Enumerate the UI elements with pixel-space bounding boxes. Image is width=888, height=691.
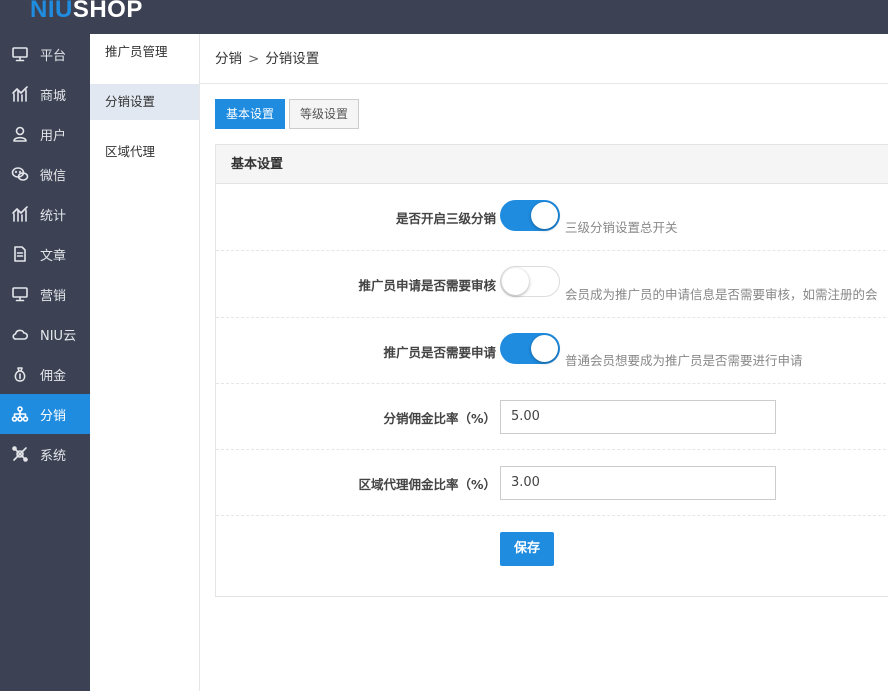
sidebar-item-distribution[interactable]: 分销 xyxy=(0,394,90,434)
sidebar-item-platform[interactable]: 平台 xyxy=(0,34,90,74)
setting-hint: 普通会员想要成为推广员是否需要进行申请 xyxy=(565,353,803,368)
sub-sidebar: 推广员管理 分销设置 区域代理 xyxy=(90,34,200,691)
sidebar-item-system[interactable]: 系统 xyxy=(0,434,90,474)
sidebar-item-wechat[interactable]: 微信 xyxy=(0,154,90,194)
stats-icon xyxy=(11,205,29,223)
sidebar-item-stats[interactable]: 统计 xyxy=(0,194,90,234)
distribution-icon xyxy=(11,405,29,423)
main-sidebar: 平台 商城 用户 微信 统计 文章 营销 NIU云 佣金 分销 系统 xyxy=(0,34,90,691)
setting-row-promoter-apply: 推广员是否需要申请 普通会员想要成为推广员是否需要进行申请 xyxy=(216,318,888,384)
sidebar-item-article[interactable]: 文章 xyxy=(0,234,90,274)
toggle-knob xyxy=(531,335,558,362)
setting-hint: 会员成为推广员的申请信息是否需要审核，如需注册的会 xyxy=(565,287,878,302)
promoter-review-toggle[interactable] xyxy=(500,266,560,297)
user-icon xyxy=(11,125,29,143)
save-button[interactable]: 保存 xyxy=(500,532,555,566)
subnav-item-promoter-management[interactable]: 推广员管理 xyxy=(90,34,199,70)
document-icon xyxy=(11,245,29,263)
regional-rate-input[interactable]: 3.00 xyxy=(500,466,776,500)
chart-icon xyxy=(11,85,29,103)
settings-tabs: 基本设置 等级设置 xyxy=(215,99,363,129)
setting-row-promoter-review: 推广员申请是否需要审核 会员成为推广员的申请信息是否需要审核，如需注册的会 xyxy=(216,251,888,318)
top-bar: NIUSHOP xyxy=(0,0,888,34)
settings-panel: 基本设置 是否开启三级分销 三级分销设置总开关 推广员申请是否需要审核 会员成为… xyxy=(215,144,888,597)
three-level-toggle[interactable] xyxy=(500,200,560,231)
toggle-knob xyxy=(531,202,558,229)
toggle-knob xyxy=(502,268,529,295)
setting-label: 推广员申请是否需要审核 xyxy=(358,278,496,293)
promoter-apply-toggle[interactable] xyxy=(500,333,560,364)
breadcrumb: 分销 > 分销设置 xyxy=(200,34,888,84)
settings-icon xyxy=(11,445,29,463)
sidebar-item-marketing[interactable]: 营销 xyxy=(0,274,90,314)
sidebar-item-user[interactable]: 用户 xyxy=(0,114,90,154)
breadcrumb-current: 分销设置 xyxy=(265,51,320,67)
niushop-logo[interactable]: NIUSHOP xyxy=(30,0,143,25)
breadcrumb-separator: > xyxy=(248,51,260,67)
main-content: 分销 > 分销设置 基本设置 等级设置 基本设置 是否开启三级分销 三级分销设置总开… xyxy=(200,34,888,691)
setting-row-distribution-rate: 分销佣金比率（%） 5.00 xyxy=(216,384,888,450)
sidebar-item-niu-cloud[interactable]: NIU云 xyxy=(0,314,90,354)
subnav-item-distribution-settings[interactable]: 分销设置 xyxy=(90,84,199,120)
display-icon xyxy=(11,285,29,303)
panel-title: 基本设置 xyxy=(216,145,888,184)
setting-label: 区域代理佣金比率（%） xyxy=(358,477,496,492)
sidebar-item-mall[interactable]: 商城 xyxy=(0,74,90,114)
subnav-item-regional-agent[interactable]: 区域代理 xyxy=(90,134,199,170)
setting-label: 分销佣金比率（%） xyxy=(383,411,496,426)
monitor-icon xyxy=(11,45,29,63)
tab-basic-settings[interactable]: 基本设置 xyxy=(215,99,286,129)
wechat-icon xyxy=(11,165,29,183)
money-bag-icon xyxy=(11,365,29,383)
tab-level-settings[interactable]: 等级设置 xyxy=(289,99,360,129)
setting-hint: 三级分销设置总开关 xyxy=(565,220,678,235)
setting-row-three-level: 是否开启三级分销 三级分销设置总开关 xyxy=(216,185,888,251)
cloud-icon xyxy=(11,325,29,343)
breadcrumb-parent[interactable]: 分销 xyxy=(215,51,242,67)
distribution-rate-input[interactable]: 5.00 xyxy=(500,400,776,434)
setting-label: 是否开启三级分销 xyxy=(395,211,496,226)
sidebar-item-commission[interactable]: 佣金 xyxy=(0,354,90,394)
setting-label: 推广员是否需要申请 xyxy=(383,345,496,360)
setting-row-regional-rate: 区域代理佣金比率（%） 3.00 xyxy=(216,450,888,516)
